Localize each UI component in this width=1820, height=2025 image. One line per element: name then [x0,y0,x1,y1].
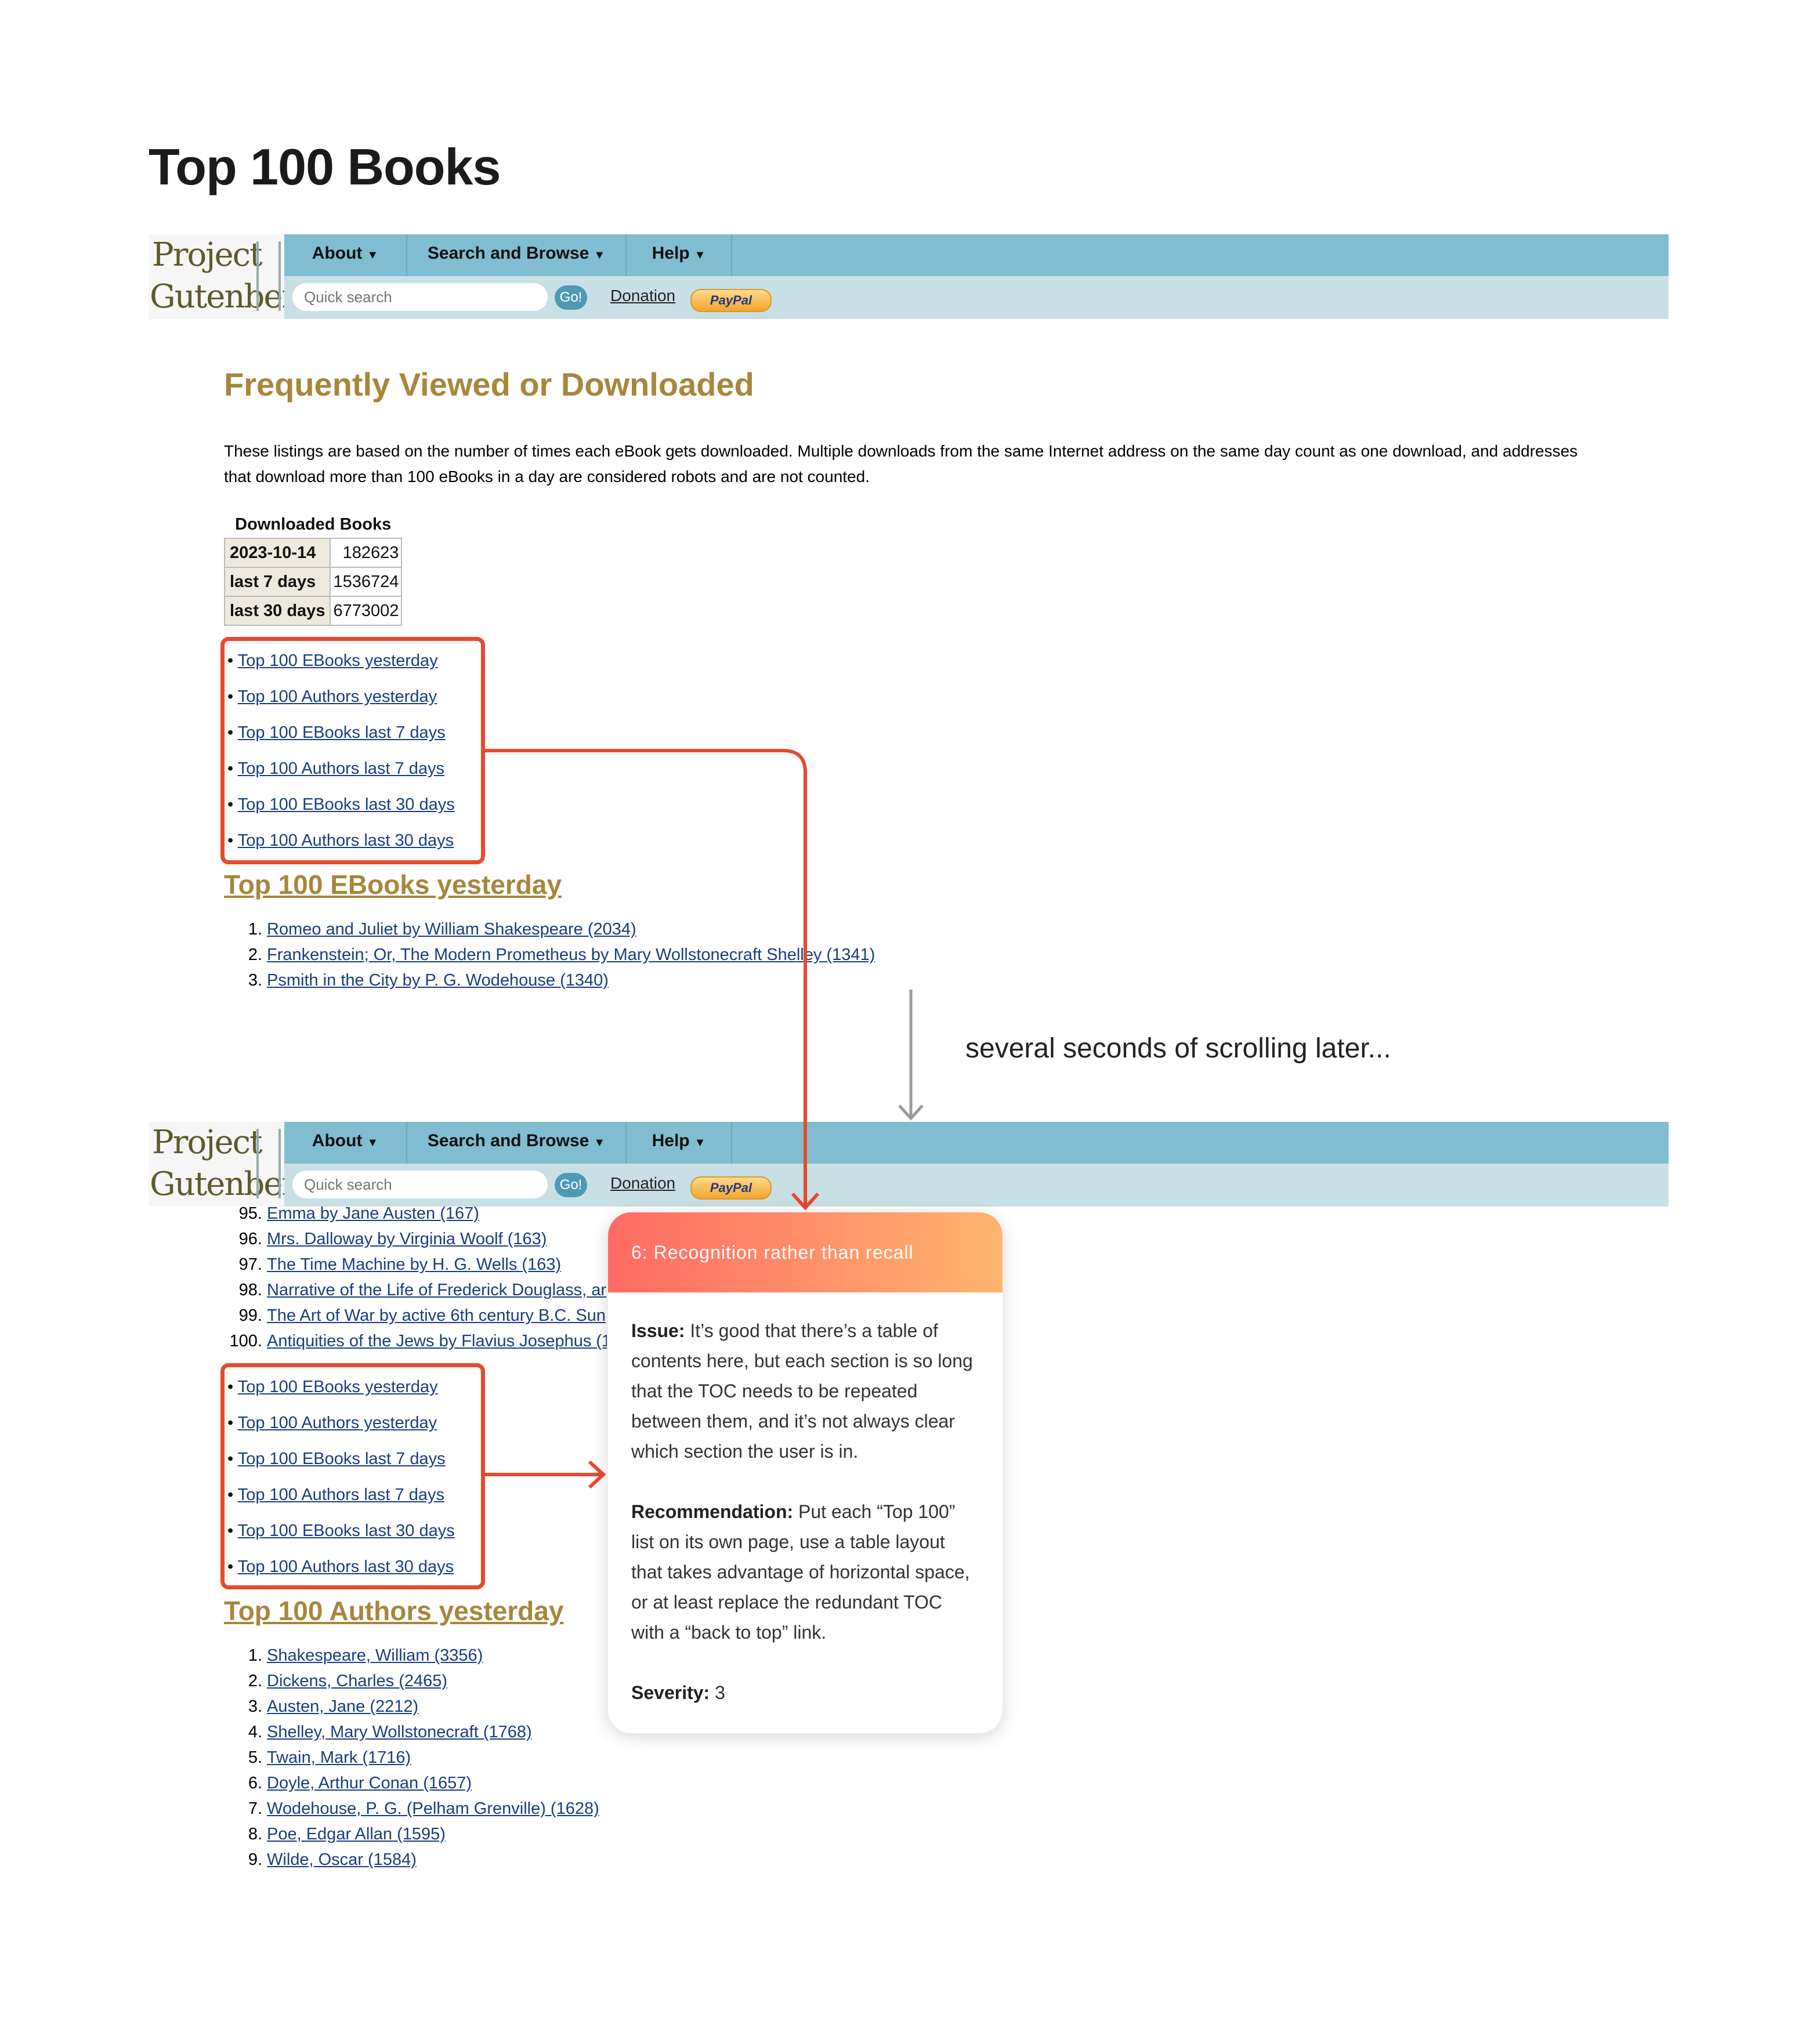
heuristic-card: 6: Recognition rather than recall Issue:… [608,1212,1003,1733]
card-title: 6: Recognition rather than recall [608,1212,1003,1292]
arrow-top-to-card-icon [485,749,807,1207]
card-recommendation: Recommendation: Put each “Top 100” list … [631,1501,970,1643]
card-issue: Issue: It’s good that there’s a table of… [631,1320,973,1462]
card-body: Issue: It’s good that there’s a table of… [608,1292,1003,1708]
card-severity: Severity: 3 [631,1682,725,1703]
